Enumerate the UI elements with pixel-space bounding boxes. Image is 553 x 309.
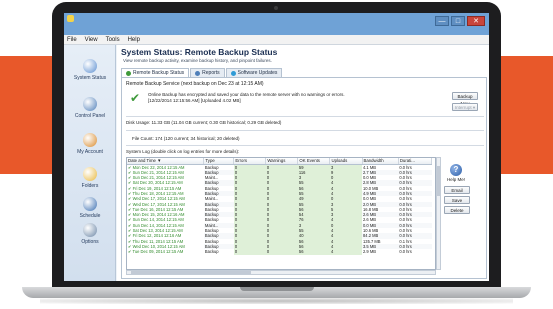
table-cell: 2.9 MB [363,249,376,255]
tab-remote-backup-status[interactable]: Remote Backup Status [121,68,190,77]
menu-file[interactable]: File [67,35,77,44]
sidebar-item-folders[interactable]: Folders [64,167,116,189]
table-cell: 56 [297,249,330,255]
tab-software-updates[interactable]: Software Updates [225,68,283,77]
app-window: — □ ✕ File View Tools Help System Status… [64,13,489,281]
menu-help[interactable]: Help [128,35,140,44]
app-logo-icon [67,15,74,22]
camera-icon [274,6,278,10]
sidebar-item-label: My Account [77,149,103,155]
check-icon: ✔ [128,164,133,170]
help-me-label[interactable]: Help Me! [443,177,469,182]
backup-status-box: ✔ Online Backup has encrypted and saved … [126,89,426,109]
menu-tools[interactable]: Tools [106,35,120,44]
sidebar-item-my-account[interactable]: My Account [64,133,116,155]
account-icon [83,133,97,147]
tools-icon [83,97,97,111]
log-table-body: ✔ Mon Dec 22, 2014 12:15 AM Backup 0 0 59 3 4.… [127,164,432,255]
help-icon[interactable]: ? [450,164,462,176]
tab-reports[interactable]: Reports [190,68,225,77]
system-log-table: Date and Time ▼ Type Errors Warnings OK … [126,157,436,270]
check-icon: ✔ [128,228,133,234]
check-icon: ✔ [128,196,133,202]
horizontal-scrollbar[interactable] [126,270,436,275]
backup-now-button[interactable]: Backup Now [452,92,478,106]
system-log-title: System Log (double click on log entries … [126,149,240,154]
sidebar-item-schedule[interactable]: Schedule [64,197,116,219]
clock-icon [83,197,97,211]
check-icon: ✔ [128,238,133,244]
menu-bar: File View Tools Help [64,35,489,45]
sidebar-item-label: Schedule [79,213,101,219]
table-row[interactable]: ✔ Tue Dec 09, 2014 12:15 AM Backup 0 0 56 4 2.… [127,249,432,255]
page-subtitle: View remote backup activity, examine bac… [123,58,272,63]
sidebar-item-label: Control Panel [74,113,106,119]
email-button[interactable]: Email [444,186,470,194]
log-table: Date and Time ▼ Type Errors Warnings OK … [127,158,433,255]
check-icon: ✔ [128,169,133,175]
minimize-button[interactable]: — [435,16,449,26]
check-icon: ✔ [128,190,133,196]
sidebar-item-control-panel[interactable]: Control Panel [64,97,116,119]
status-icon [83,59,97,73]
check-icon: ✔ [128,180,133,186]
table-cell: 0 [265,249,298,255]
tab-panel: Remote Backup Service (next backup on De… [121,77,487,279]
table-cell: Backup [204,249,219,255]
sidebar-item-options[interactable]: Options [64,223,116,245]
status-detail: [12/22/2014 12:15:56 AM] [Uploaded 4.02 … [148,98,241,103]
folder-icon [83,167,97,181]
main-content: System Status: Remote Backup Status View… [117,45,489,281]
success-check-icon: ✔ [130,91,141,105]
interrupt-button[interactable]: Interrupt ▾ [452,103,478,111]
check-icon: ✔ [128,222,133,228]
sidebar-item-label: Options [81,239,99,245]
check-icon: ✔ [128,185,133,191]
table-cell: 4 [329,249,363,255]
report-icon [195,70,201,76]
scroll-thumb[interactable] [437,166,440,196]
table-cell: 0.0 hrs [399,249,412,255]
sidebar-item-label: Folders [81,183,99,189]
check-icon: ✔ [128,175,133,181]
check-icon: ✔ [128,206,133,212]
sidebar-item-label: System Status [73,75,107,81]
globe-icon [230,70,236,76]
menu-view[interactable]: View [85,35,98,44]
tab-bar: Remote Backup Status Reports Software Up… [121,68,283,77]
backup-status-text: Online Backup has encrypted and saved yo… [148,92,418,104]
check-icon: ✔ [128,243,133,249]
check-icon [126,70,131,76]
file-count: File Count: 174 (120 current; 34 histori… [132,136,240,141]
window-controls: — □ ✕ [435,16,485,26]
laptop-notch [240,287,314,291]
check-icon: ✔ [128,233,133,239]
title-bar: — □ ✕ [64,13,489,35]
vertical-scrollbar[interactable] [436,157,441,270]
check-icon: ✔ [128,212,133,218]
divider [126,130,484,131]
close-button[interactable]: ✕ [467,16,485,26]
table-cell: ✔ Tue Dec 09, 2014 12:15 AM [128,249,184,255]
maximize-button[interactable]: □ [451,16,465,26]
check-icon: ✔ [128,217,133,223]
page-title: System Status: Remote Backup Status [121,47,278,57]
gears-icon [83,223,97,237]
scroll-thumb[interactable] [131,271,251,274]
check-icon: ✔ [128,201,133,207]
service-status-line: Remote Backup Service (next backup on De… [126,81,264,87]
disk-usage: Disk Usage: 11.33 GB (11.04 GB current; … [126,120,282,125]
divider [126,116,484,117]
delete-button[interactable]: Delete [444,206,470,214]
divider [126,145,484,146]
sidebar: System Status Control Panel My Account F… [64,45,116,281]
sidebar-item-system-status[interactable]: System Status [64,59,116,81]
save-button[interactable]: Save [444,196,470,204]
check-icon: ✔ [128,249,133,255]
laptop-shadow [40,298,513,304]
table-cell: 0 [233,249,266,255]
